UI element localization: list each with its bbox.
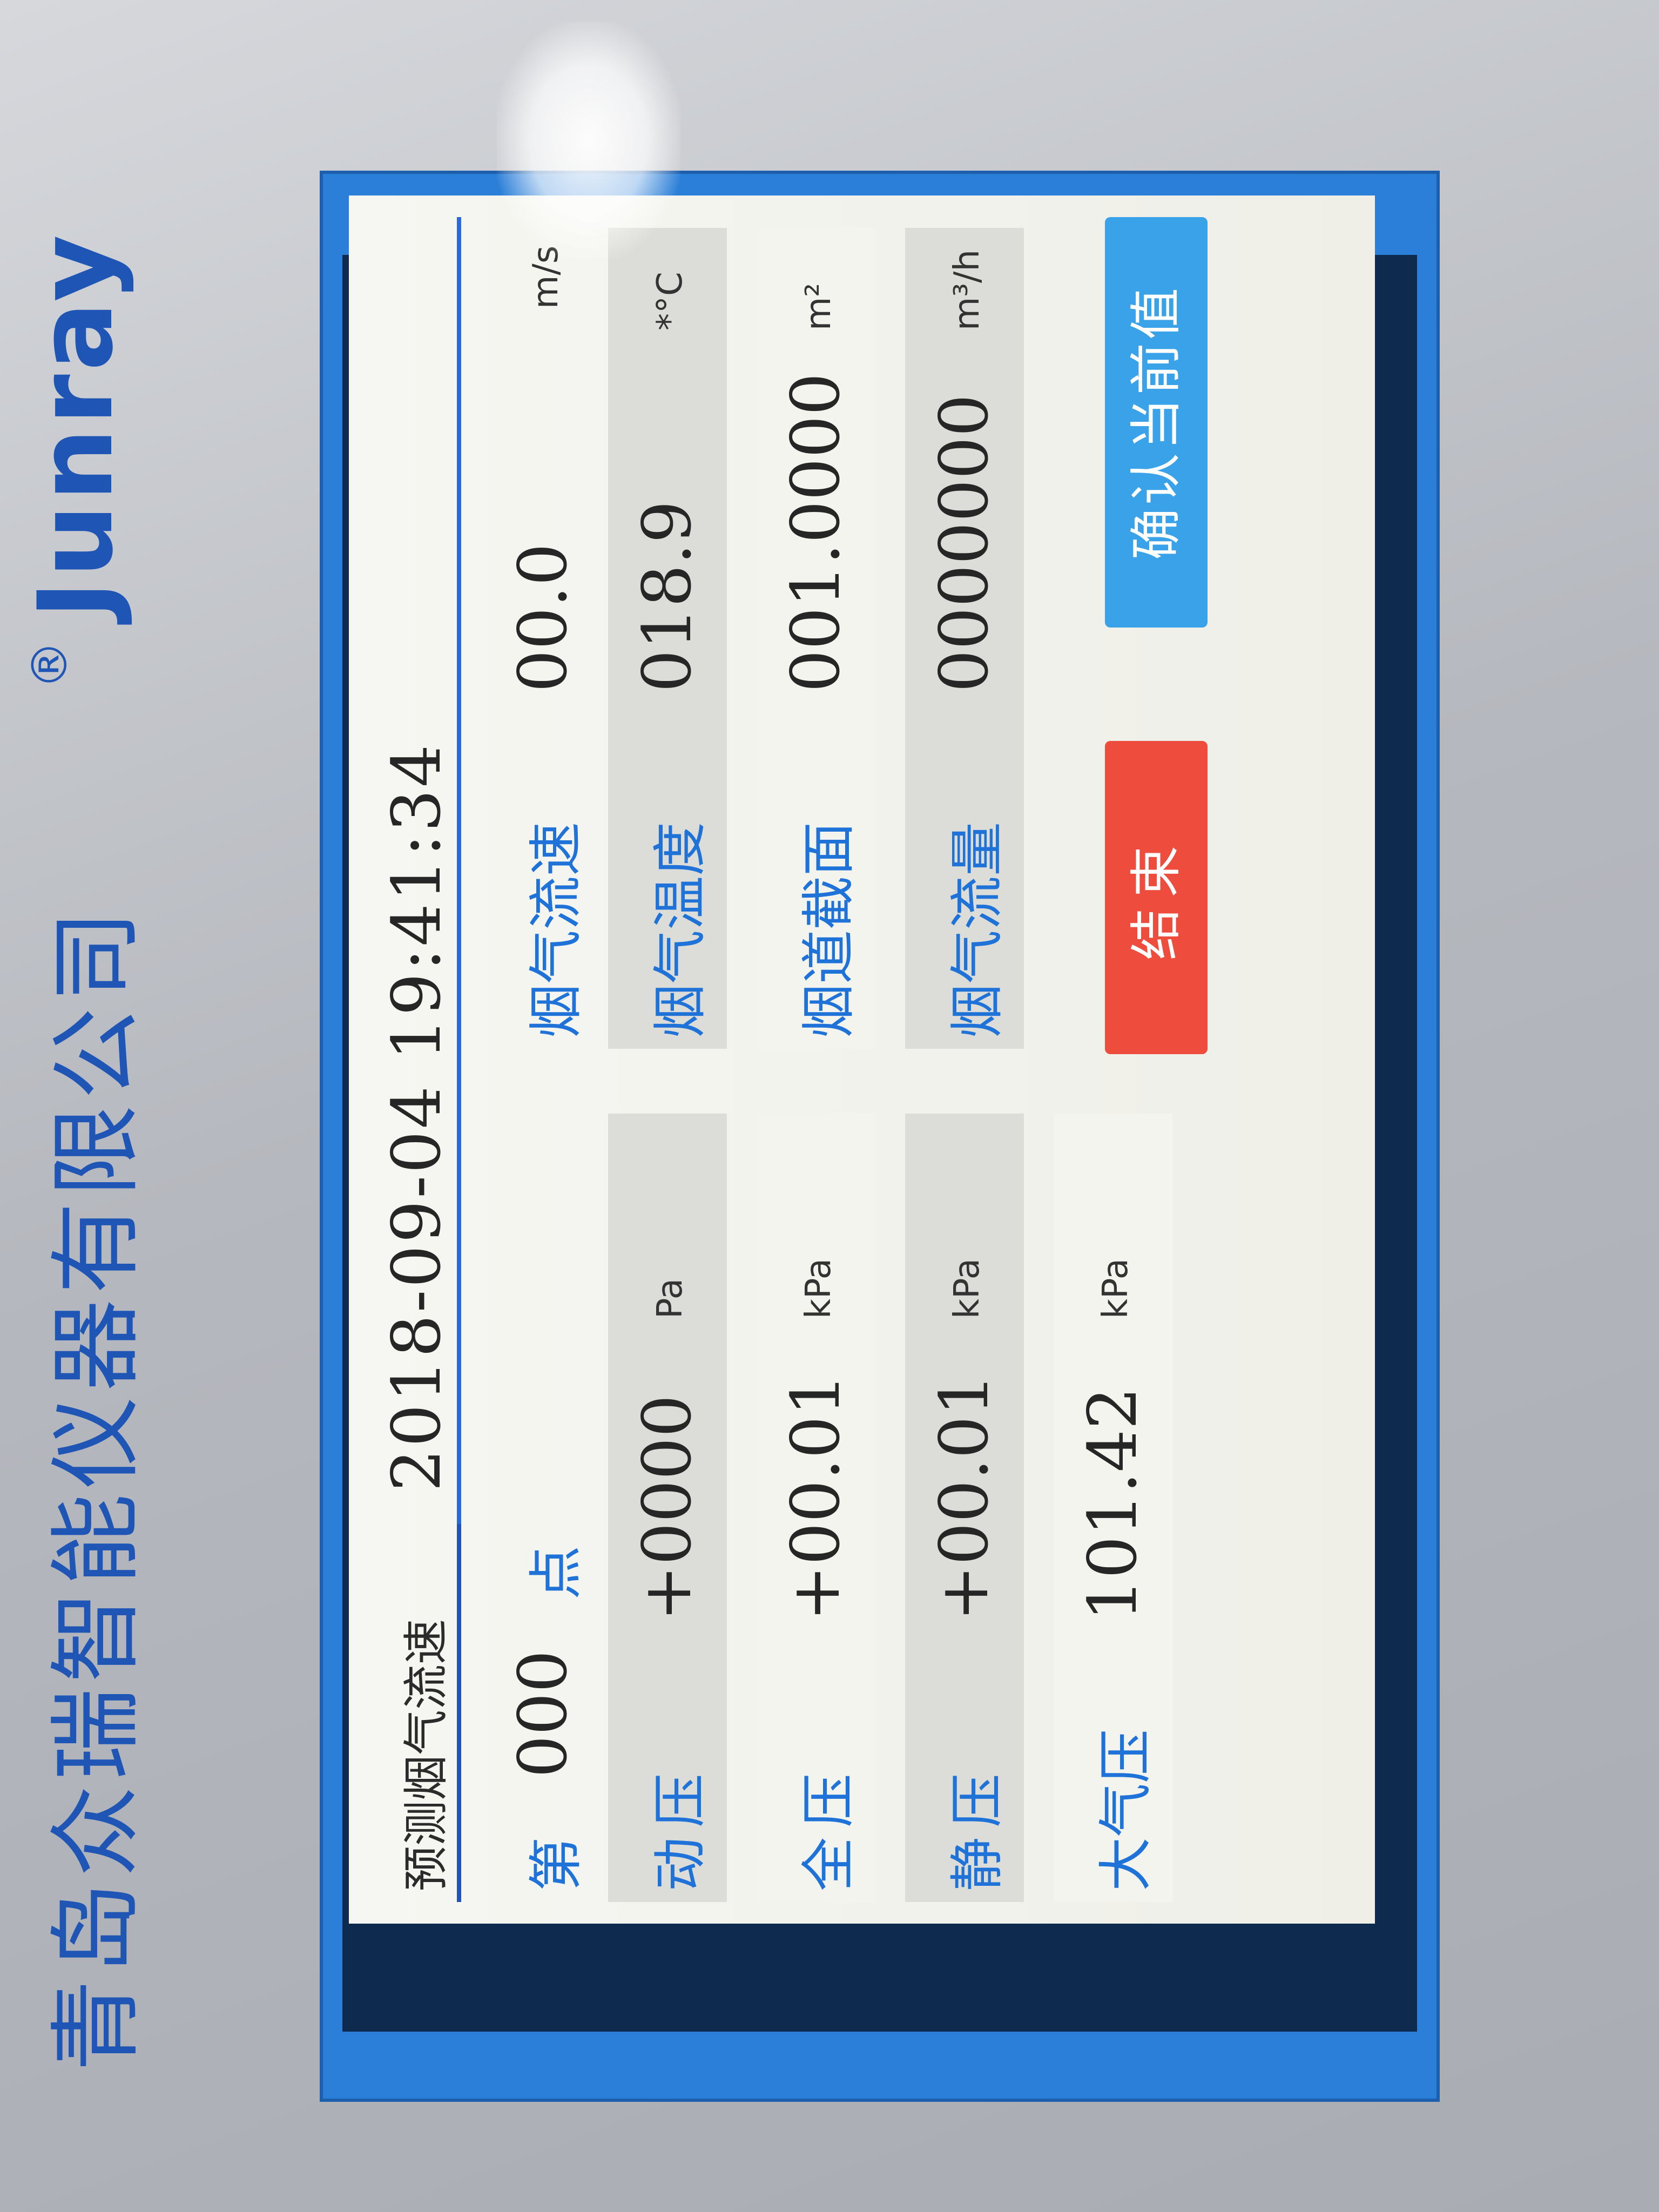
- row-label: 烟气温度: [649, 822, 712, 1038]
- point-suffix: 点: [524, 1536, 588, 1600]
- page-title: 预测烟气流速: [400, 1618, 453, 1891]
- row-label: 静压: [946, 1764, 1009, 1891]
- point-prefix: 第: [524, 1827, 588, 1891]
- brand-logo: Junray: [16, 231, 136, 619]
- datetime-display: 2018-09-04 19:41:34: [378, 742, 456, 1492]
- row-label: 大气压: [1094, 1729, 1157, 1891]
- row-dynamic-pressure: 动压 +0000 Pa: [608, 1114, 727, 1902]
- row-flue-gas-velocity: 烟气流速 00.0 m/s: [484, 228, 603, 1049]
- casing-print: 青岛众瑞智能仪器有限公司 ® Junray: [0, 0, 162, 2212]
- row-value[interactable]: +00.01: [777, 1373, 855, 1621]
- row-total-pressure: 全压 +00.01 kPa: [757, 1114, 875, 1902]
- row-flue-gas-flow: 烟气流量 0000000 m³/h: [905, 228, 1024, 1049]
- row-value[interactable]: 001.0000: [777, 373, 855, 692]
- point-row: 第 000 点: [484, 1092, 603, 1902]
- row-unit: kPa: [947, 1258, 987, 1319]
- screen-bezel: 预测烟气流速 2018-09-04 19:41:34 第 000 点 动压 +0…: [323, 174, 1437, 2099]
- end-button[interactable]: 结束: [1105, 741, 1208, 1054]
- row-unit: kPa: [1096, 1258, 1136, 1319]
- row-atmospheric-pressure: 大气压 101.42 kPa: [1054, 1114, 1172, 1902]
- registered-mark: ®: [22, 640, 78, 689]
- confirm-current-value-button[interactable]: 确认当前值: [1105, 217, 1208, 628]
- row-value[interactable]: 00.0: [504, 543, 582, 692]
- row-unit: m³/h: [947, 249, 987, 331]
- row-flue-section: 烟道截面 001.0000 m²: [757, 228, 875, 1049]
- row-unit: m²: [799, 283, 839, 331]
- row-unit: Pa: [650, 1278, 690, 1319]
- row-unit: *°C: [650, 272, 690, 331]
- title-underline: [457, 1524, 461, 1902]
- row-unit: kPa: [799, 1258, 839, 1319]
- row-value[interactable]: 0000000: [926, 394, 1003, 692]
- title-bar: 预测烟气流速 2018-09-04 19:41:34: [370, 217, 461, 1902]
- row-label: 烟气流速: [524, 822, 588, 1038]
- row-flue-gas-temperature: 烟气温度 018.9 *°C: [608, 228, 727, 1049]
- company-name: 青岛众瑞智能仪器有限公司: [43, 905, 150, 2072]
- row-value[interactable]: 101.42: [1074, 1387, 1152, 1621]
- device-photo: 青岛众瑞智能仪器有限公司 ® Junray 预测烟气流速 2018-09-04 …: [0, 0, 1659, 2212]
- row-value[interactable]: 018.9: [629, 501, 706, 692]
- row-unit: m/s: [526, 245, 566, 309]
- row-value[interactable]: +00.01: [926, 1373, 1003, 1621]
- point-number: 000: [504, 1650, 582, 1778]
- lcd-screen: 预测烟气流速 2018-09-04 19:41:34 第 000 点 动压 +0…: [349, 195, 1375, 1924]
- row-label: 烟气流量: [946, 822, 1009, 1038]
- row-label: 全压: [797, 1764, 860, 1891]
- row-label: 动压: [649, 1764, 712, 1891]
- row-label: 烟道截面: [797, 822, 860, 1038]
- row-static-pressure: 静压 +00.01 kPa: [905, 1114, 1024, 1902]
- row-value[interactable]: +0000: [629, 1395, 706, 1621]
